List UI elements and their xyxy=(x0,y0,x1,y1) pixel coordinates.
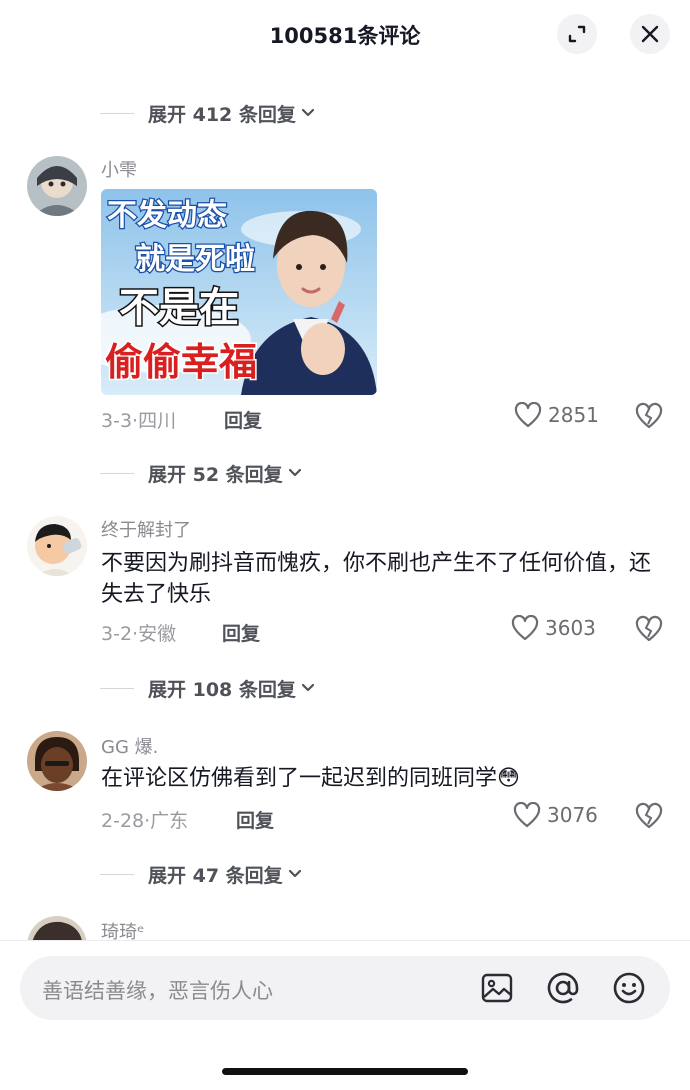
heart-icon xyxy=(511,615,539,641)
sticker-line-3: 不是在 xyxy=(119,286,239,330)
comments-header: 100581条评论 xyxy=(0,0,690,70)
avatar[interactable] xyxy=(27,156,87,216)
broken-heart-icon[interactable] xyxy=(635,402,663,430)
comment-item: 小雫 不发动态 就是死啦 不是在 偷偷幸福 3-3·四川 回复 2851 xyxy=(0,156,690,436)
heart-icon xyxy=(514,402,542,428)
comment-meta: 2-28·广东 xyxy=(101,810,189,832)
comment-region: 四川 xyxy=(138,410,177,432)
comment-input-bar: 善语结善缘，恶言伤人心 xyxy=(0,940,690,1090)
sticker-line-4: 偷偷幸福 xyxy=(105,342,257,384)
comment-meta: 3-2·安徽 xyxy=(101,623,177,645)
comment-username[interactable]: 终于解封了 xyxy=(101,516,191,542)
comment-date: 3-3 xyxy=(101,410,133,432)
comment-input[interactable]: 善语结善缘，恶言伤人心 xyxy=(20,956,670,1020)
like-button[interactable]: 3603 xyxy=(511,615,596,641)
comment-region: 广东 xyxy=(150,810,189,832)
chevron-down-icon xyxy=(300,680,316,696)
expand-replies-label: 展开 47 条回复 xyxy=(148,864,283,887)
reply-button[interactable]: 回复 xyxy=(236,806,274,833)
avatar[interactable] xyxy=(27,731,87,791)
like-button[interactable]: 2851 xyxy=(514,402,599,428)
sticker-line-2: 就是死啦 xyxy=(135,242,255,276)
expand-replies-label: 展开 412 条回复 xyxy=(148,103,296,126)
comment-item: 终于解封了 不要因为刷抖音而愧疚，你不刷也产生不了任何价值，还失去了快乐 3-2… xyxy=(0,516,690,646)
comment-date: 2-28 xyxy=(101,810,145,832)
comment-sticker-image[interactable]: 不发动态 就是死啦 不是在 偷偷幸福 xyxy=(101,189,377,395)
expand-replies-button[interactable]: 展开 52 条回复 xyxy=(100,458,303,488)
comment-input-placeholder: 善语结善缘，恶言伤人心 xyxy=(42,979,273,1003)
reply-button[interactable]: 回复 xyxy=(222,619,260,646)
comment-meta: 3-3·四川 xyxy=(101,410,177,432)
comment-region: 安徽 xyxy=(138,623,177,645)
image-icon[interactable] xyxy=(480,971,514,1005)
close-button[interactable] xyxy=(630,14,670,54)
avatar[interactable] xyxy=(27,916,87,940)
mention-icon[interactable] xyxy=(546,971,580,1005)
home-indicator[interactable] xyxy=(222,1068,468,1075)
comment-list[interactable]: 展开 412 条回复 小雫 不发动态 就是死啦 不是在 偷偷幸福 3-3·四川 … xyxy=(0,70,690,940)
comment-text: 不要因为刷抖音而愧疚，你不刷也产生不了任何价值，还失去了快乐 xyxy=(101,551,652,607)
broken-heart-icon[interactable] xyxy=(635,615,663,643)
expand-divider xyxy=(100,873,134,875)
expand-divider xyxy=(100,112,134,114)
expand-replies-button[interactable]: 展开 108 条回复 xyxy=(100,673,316,703)
expand-fullscreen-button[interactable] xyxy=(557,14,597,54)
heart-icon xyxy=(513,802,541,828)
expand-replies-button[interactable]: 展开 412 条回复 xyxy=(100,98,316,128)
like-button[interactable]: 3076 xyxy=(513,802,598,828)
expand-replies-label: 展开 52 条回复 xyxy=(148,463,283,486)
comment-item: 琦琦ᵉ xyxy=(0,916,690,940)
comment-username[interactable]: 琦琦ᵉ xyxy=(101,918,145,940)
chevron-down-icon xyxy=(287,465,303,481)
chevron-down-icon xyxy=(300,105,316,121)
sticker-line-1: 不发动态 xyxy=(107,199,227,232)
broken-heart-icon[interactable] xyxy=(635,802,663,830)
expand-replies-label: 展开 108 条回复 xyxy=(148,678,296,701)
expand-divider xyxy=(100,472,134,474)
close-icon xyxy=(641,25,659,43)
comment-username[interactable]: 小雫 xyxy=(101,156,137,182)
avatar[interactable] xyxy=(27,516,87,576)
like-count: 2851 xyxy=(548,403,599,427)
expand-divider xyxy=(100,687,134,689)
expand-replies-button[interactable]: 展开 47 条回复 xyxy=(100,859,303,889)
like-count: 3603 xyxy=(545,616,596,640)
chevron-down-icon xyxy=(287,866,303,882)
comment-username[interactable]: GG 爆. xyxy=(101,733,158,759)
comment-text: 在评论区仿佛看到了一起迟到的同班同学😳 xyxy=(101,766,520,791)
expand-icon xyxy=(568,25,586,43)
reply-button[interactable]: 回复 xyxy=(224,406,262,433)
emoji-icon[interactable] xyxy=(612,971,646,1005)
comment-date: 3-2 xyxy=(101,623,133,645)
like-count: 3076 xyxy=(547,803,598,827)
comment-item: GG 爆. 在评论区仿佛看到了一起迟到的同班同学😳 2-28·广东 回复 307… xyxy=(0,731,690,841)
